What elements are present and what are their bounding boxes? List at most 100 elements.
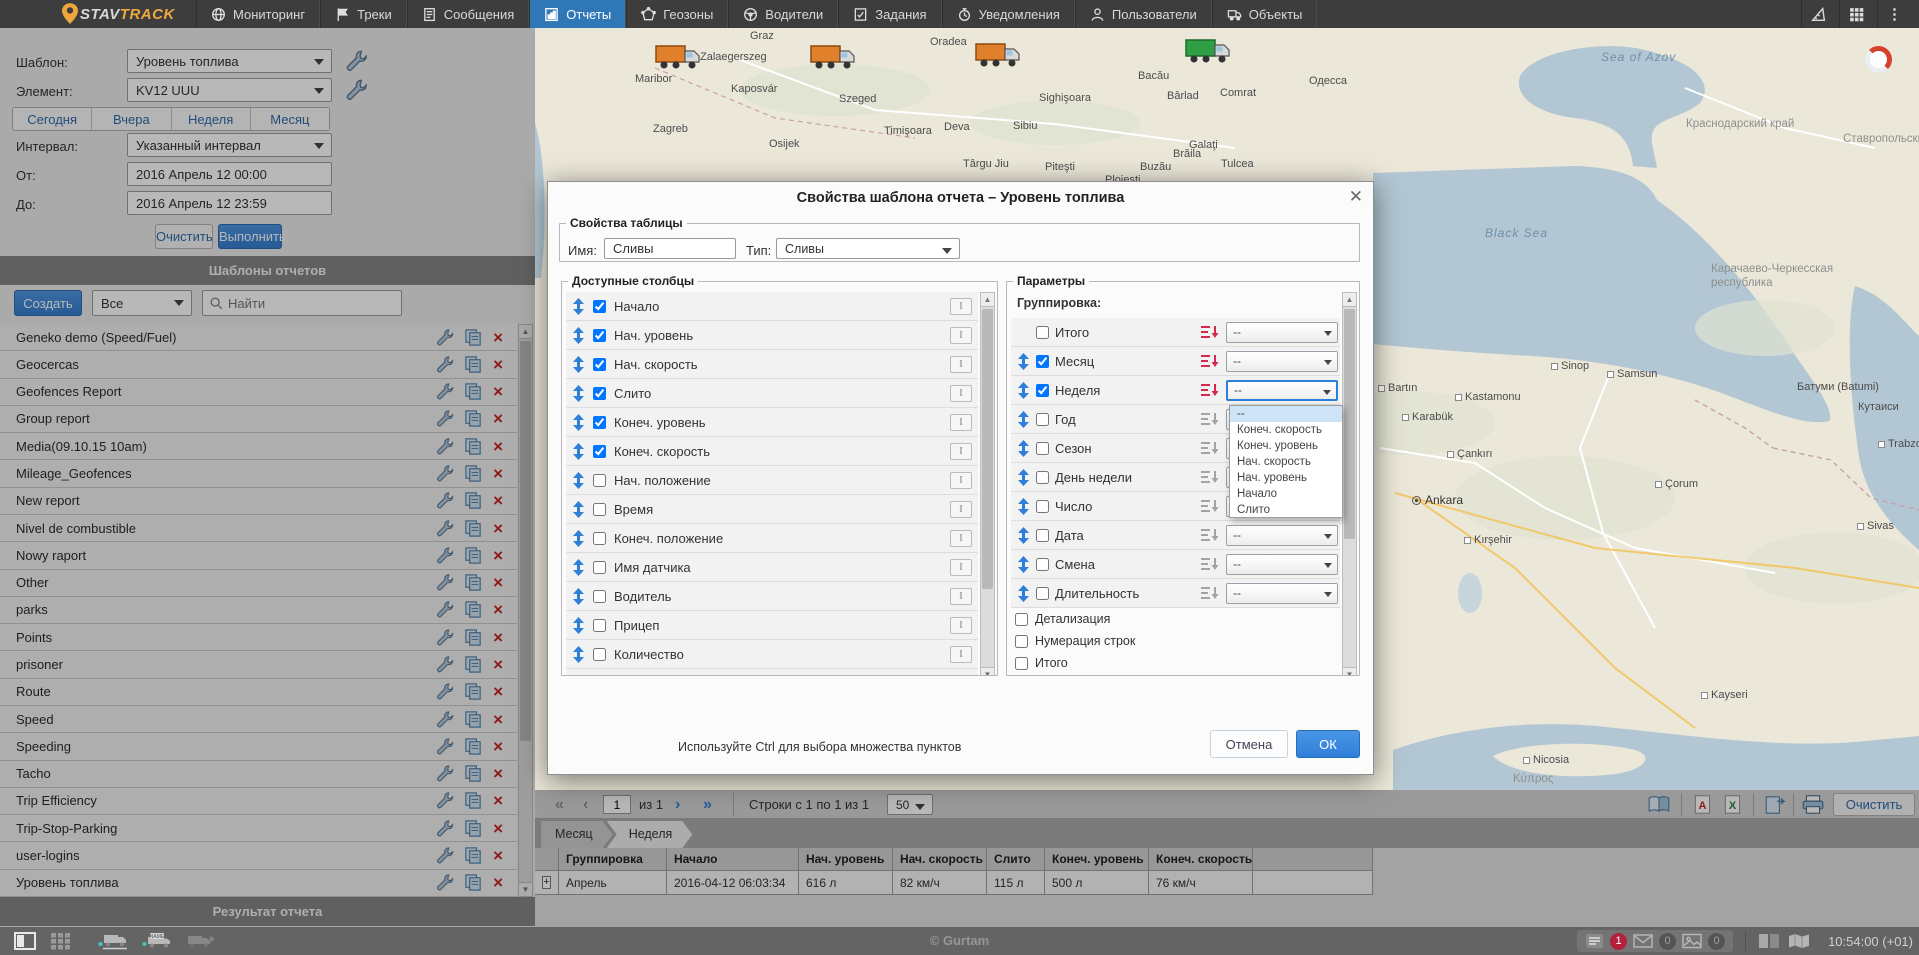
driver-messages-envelope-icon[interactable] (1633, 932, 1653, 950)
report-option-checkbox[interactable] (1015, 613, 1028, 626)
scroll-down-arrow-icon[interactable]: ▼ (981, 667, 994, 676)
template-edit-wrench-icon[interactable] (435, 791, 454, 810)
template-copy-icon[interactable] (464, 519, 483, 538)
reorder-updown-icon[interactable] (572, 559, 585, 576)
interval-select[interactable]: Указанный интервал (127, 133, 332, 157)
dialog-close-icon[interactable]: ✕ (1349, 187, 1363, 207)
row-expand-icon[interactable]: + (542, 876, 551, 889)
sort-order-icon[interactable] (1200, 354, 1220, 368)
template-copy-icon[interactable] (464, 628, 483, 647)
column-row[interactable]: Время I (566, 495, 978, 524)
template-delete-x-icon[interactable]: × (493, 629, 503, 646)
clear-report-button[interactable]: Очистить (1833, 793, 1915, 816)
template-edit-wrench-icon[interactable] (435, 873, 454, 892)
columns-scrollbar[interactable]: ▲ ▼ (980, 292, 995, 676)
print-icon[interactable] (1801, 794, 1825, 815)
quick-range-button[interactable]: Сегодня (13, 108, 92, 130)
column-row[interactable]: Начало I (566, 292, 978, 321)
unit-truck-marker[interactable] (975, 42, 1021, 69)
column-row[interactable]: Счетчик I (566, 669, 978, 675)
sort-order-icon[interactable] (1200, 557, 1220, 571)
template-delete-x-icon[interactable]: × (493, 601, 503, 618)
app-logo[interactable]: STAVTRACK (0, 0, 196, 28)
sort-order-icon[interactable] (1200, 412, 1220, 426)
template-delete-x-icon[interactable]: × (493, 438, 503, 455)
table-type-select[interactable]: Сливы (776, 238, 960, 259)
column-row[interactable]: Нач. уровень I (566, 321, 978, 350)
template-edit-wrench-icon[interactable] (435, 819, 454, 838)
param-checkbox[interactable] (1036, 326, 1049, 339)
reorder-updown-icon[interactable] (1017, 498, 1030, 515)
template-select[interactable]: Уровень топлива (127, 49, 332, 73)
scroll-up-arrow-icon[interactable]: ▲ (1343, 293, 1356, 307)
template-delete-x-icon[interactable]: × (493, 656, 503, 673)
column-format-button[interactable]: I (950, 356, 972, 373)
param-value-select[interactable]: -- (1226, 583, 1338, 604)
nav-item-notifications[interactable]: Уведомления (942, 0, 1075, 28)
template-copy-icon[interactable] (464, 328, 483, 347)
reorder-updown-icon[interactable] (572, 472, 585, 489)
from-date-input[interactable]: 2016 Апрель 12 00:00 (127, 162, 332, 186)
column-checkbox[interactable] (593, 416, 606, 429)
quick-range-button[interactable]: Месяц (251, 108, 329, 130)
last-page-button[interactable]: » (703, 794, 712, 815)
template-edit-wrench-icon[interactable] (435, 764, 454, 783)
execute-report-button[interactable]: Выполнить (218, 224, 282, 249)
grouping-param-row[interactable]: Дата -- (1011, 521, 1340, 550)
template-delete-x-icon[interactable]: × (493, 738, 503, 755)
template-copy-icon[interactable] (464, 382, 483, 401)
template-list-item[interactable]: Route × (0, 679, 517, 706)
reorder-updown-icon[interactable] (572, 414, 585, 431)
scroll-up-arrow-icon[interactable]: ▲ (519, 325, 532, 339)
template-list-item[interactable]: New report × (0, 488, 517, 515)
ok-button[interactable]: ОК (1296, 730, 1360, 758)
report-option-checkbox[interactable] (1015, 635, 1028, 648)
grouping-param-row[interactable]: Неделя -- (1011, 376, 1340, 405)
template-edit-wrench-icon[interactable] (435, 355, 454, 374)
column-format-button[interactable]: I (950, 675, 972, 676)
export-pdf-icon[interactable]: A (1691, 794, 1715, 815)
column-row[interactable]: Конеч. уровень I (566, 408, 978, 437)
scroll-down-arrow-icon[interactable]: ▼ (519, 882, 532, 896)
notifications-list-icon[interactable] (1585, 932, 1604, 950)
template-edit-wrench-icon[interactable] (435, 328, 454, 347)
reorder-updown-icon[interactable] (572, 385, 585, 402)
report-option-row[interactable]: Детализация (1011, 608, 1340, 630)
column-format-button[interactable]: I (950, 414, 972, 431)
param-value-select[interactable]: -- (1226, 380, 1338, 401)
template-copy-icon[interactable] (464, 819, 483, 838)
template-list-item[interactable]: Trip-Stop-Parking × (0, 815, 517, 842)
nav-item-monitoring[interactable]: Мониторинг (196, 0, 320, 28)
dropdown-option[interactable]: Слито (1230, 502, 1342, 518)
template-copy-icon[interactable] (464, 355, 483, 374)
unit-truck-marker[interactable] (1185, 38, 1231, 65)
template-copy-icon[interactable] (464, 573, 483, 592)
template-copy-icon[interactable] (464, 546, 483, 565)
column-row[interactable]: Конеч. скорость I (566, 437, 978, 466)
map-source-icon[interactable] (1788, 932, 1810, 950)
column-format-button[interactable]: I (950, 646, 972, 663)
template-edit-wrench-icon[interactable] (435, 437, 454, 456)
template-copy-icon[interactable] (464, 437, 483, 456)
reorder-updown-icon[interactable] (1017, 556, 1030, 573)
template-edit-wrench-icon[interactable] (435, 573, 454, 592)
template-list-item[interactable]: Speeding × (0, 733, 517, 760)
template-list-item[interactable]: Nivel de combustible × (0, 515, 517, 542)
param-value-select[interactable]: -- (1226, 351, 1338, 372)
template-copy-icon[interactable] (464, 764, 483, 783)
template-delete-x-icon[interactable]: × (493, 410, 503, 427)
template-list-item[interactable]: Media(09.10.15 10am) × (0, 433, 517, 460)
template-delete-x-icon[interactable]: × (493, 329, 503, 346)
report-option-checkbox[interactable] (1015, 657, 1028, 670)
reorder-updown-icon[interactable] (1017, 353, 1030, 370)
column-checkbox[interactable] (593, 532, 606, 545)
column-format-button[interactable]: I (950, 530, 972, 547)
template-list-item[interactable]: user-logins × (0, 842, 517, 869)
template-copy-icon[interactable] (464, 791, 483, 810)
sort-order-icon[interactable] (1200, 499, 1220, 513)
cell-start-time-link[interactable]: 2016-04-12 06:03:34 (667, 871, 799, 895)
template-delete-x-icon[interactable]: × (493, 574, 503, 591)
template-list-item[interactable]: Geofences Report × (0, 379, 517, 406)
template-edit-wrench-icon[interactable] (435, 409, 454, 428)
template-delete-x-icon[interactable]: × (493, 465, 503, 482)
